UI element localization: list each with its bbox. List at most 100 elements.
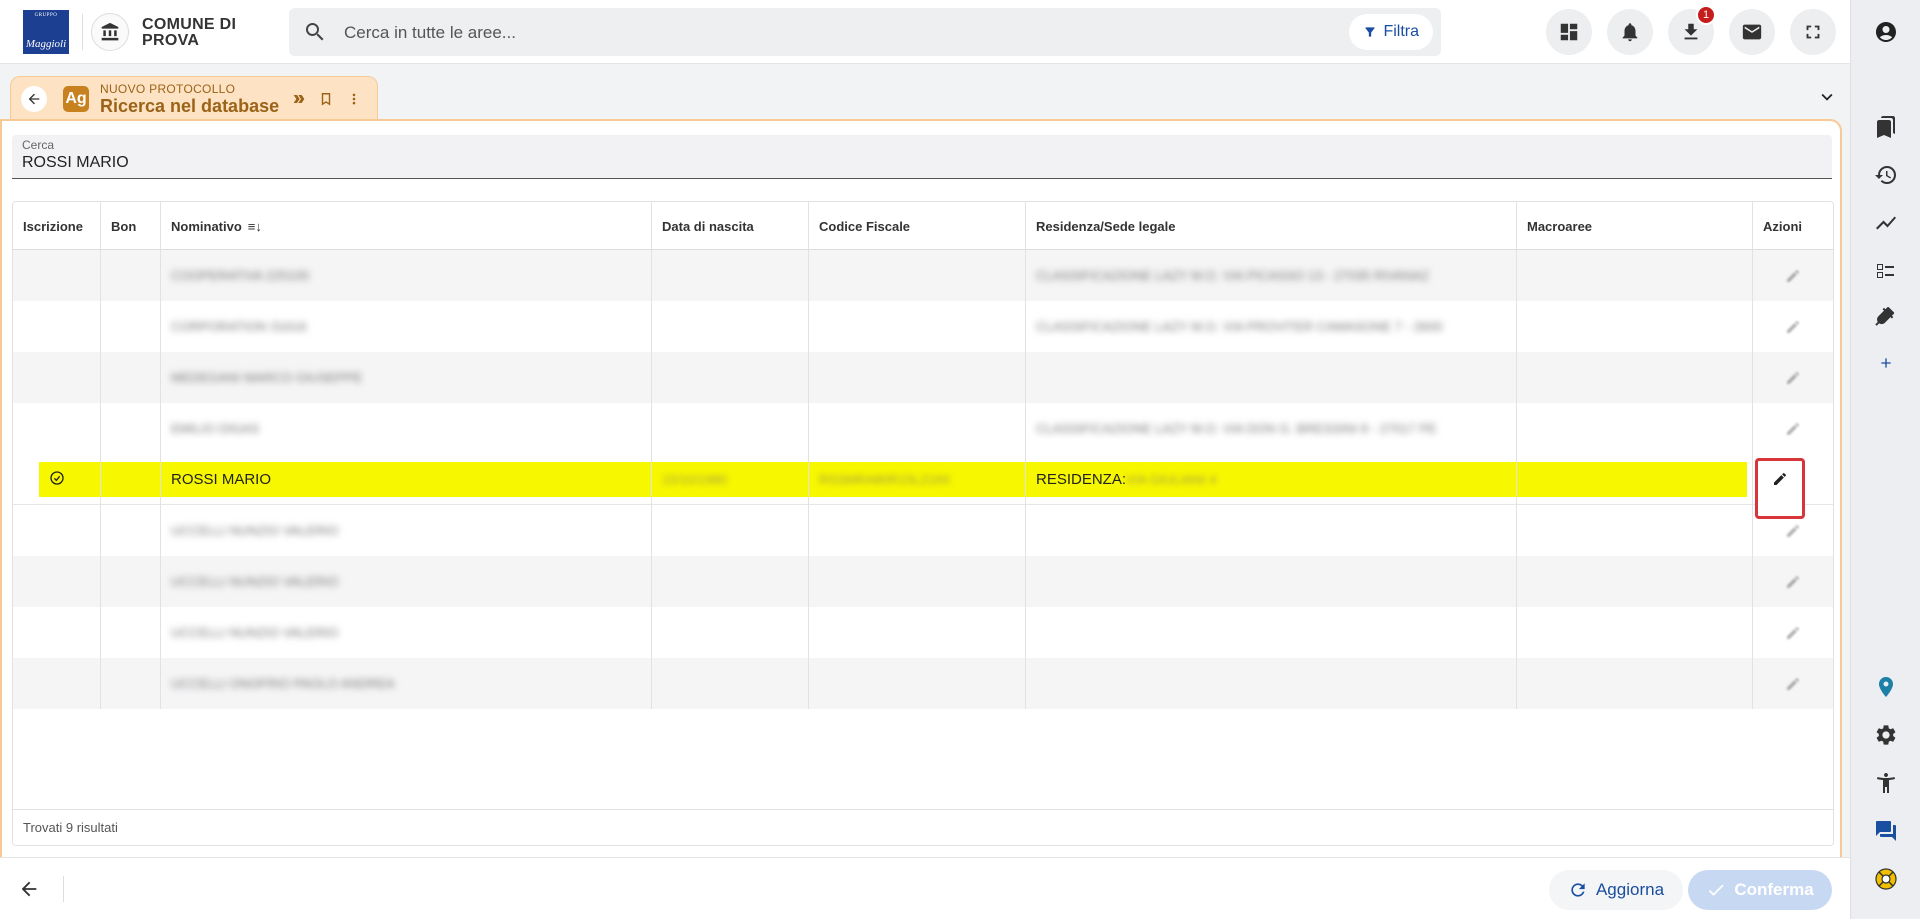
tab-nuovo-protocollo[interactable]: Ag NUOVO PROTOCOLLO Ricerca nel database xyxy=(10,76,378,119)
table-row[interactable]: UCCELLI NUNZIO VALERIO xyxy=(13,607,1833,658)
cell-azioni xyxy=(1753,403,1833,454)
cell-text-cf: RSSMRA80R15L219X xyxy=(819,472,951,487)
nominativo-header-label: Nominativo xyxy=(171,218,242,234)
more-vert-icon[interactable] xyxy=(345,90,363,108)
refresh-button[interactable]: Aggiorna xyxy=(1549,870,1683,910)
edit-icon[interactable] xyxy=(1778,567,1808,597)
plugin-icon[interactable] xyxy=(1874,307,1898,331)
cell-data-nascita xyxy=(652,556,809,607)
location-icon[interactable] xyxy=(1874,675,1898,699)
column-header-nominativo[interactable]: Nominativo ≡↓ xyxy=(161,202,652,250)
cell-data-nascita xyxy=(652,250,809,301)
town-name: COMUNE DI PROVA xyxy=(142,16,237,49)
town-hall-icon[interactable] xyxy=(91,13,129,51)
table-row[interactable]: EMILIO DIGAS CLASSIFICAZIONE LAZY M.O. VI… xyxy=(13,403,1833,454)
downloads-button[interactable]: 1 xyxy=(1668,5,1716,55)
table-row[interactable]: COOPERATIVA 225100 CLASSIFICAZIONE LAZY M… xyxy=(13,250,1833,301)
cell-bon xyxy=(101,505,161,556)
cell-residenza xyxy=(1026,607,1517,658)
column-header-codice-fiscale[interactable]: Codice Fiscale xyxy=(809,202,1026,250)
cell-text-residenza: CLASSIFICAZIONE LAZY M.O. VIA PROVITER C… xyxy=(1036,319,1443,334)
table-header: Iscrizione Bon Nominativo ≡↓ Data di nas… xyxy=(13,202,1833,250)
maggioli-logo[interactable]: GRUPPO Maggioli xyxy=(23,10,69,54)
cell-nominativo: UCCELLI NUNZIO VALERIO xyxy=(161,505,652,556)
table-row[interactable]: UCCELLI NUNZIO VALERIO xyxy=(13,505,1833,556)
cell-macroaree xyxy=(1517,352,1753,403)
table-row[interactable]: UCCELLI ONOFRIO PAOLO ANDREA xyxy=(13,658,1833,709)
edit-icon[interactable] xyxy=(1778,669,1808,699)
cell-text-nominativo: EMILIO DIGAS xyxy=(171,421,260,436)
table-row[interactable]: MEDEGANI MARCO GIUSEPPE xyxy=(13,352,1833,403)
chevron-down-icon[interactable] xyxy=(1816,86,1838,113)
cell-residenza xyxy=(1026,556,1517,607)
cell-text-nominativo: UCCELLI NUNZIO VALERIO xyxy=(171,574,339,589)
cell-text-data: 15/10/1980 xyxy=(662,472,728,487)
column-header-data-nascita[interactable]: Data di nascita xyxy=(652,202,809,250)
results-table: Iscrizione Bon Nominativo ≡↓ Data di nas… xyxy=(12,201,1834,846)
cell-codice-fiscale xyxy=(809,250,1026,301)
settings-icon[interactable] xyxy=(1874,723,1898,747)
filter-button[interactable]: Filtra xyxy=(1349,14,1433,50)
bookmark-icon[interactable] xyxy=(317,90,335,108)
cell-residenza xyxy=(1026,658,1517,709)
column-header-iscrizione[interactable]: Iscrizione xyxy=(13,202,101,250)
table-row[interactable]: ROSSI MARIO 15/10/1980 RSSMRA80R15L219X RES… xyxy=(13,454,1833,519)
check-circle-icon xyxy=(49,470,65,490)
cell-text-residenza: CLASSIFICAZIONE LAZY M.O. VIA PICASSO 13… xyxy=(1036,268,1430,283)
cell-codice-fiscale: RSSMRA80R15L219X xyxy=(809,454,1026,505)
bookmarks-icon[interactable] xyxy=(1874,115,1898,139)
fullscreen-button[interactable] xyxy=(1790,9,1836,55)
cell-codice-fiscale xyxy=(809,556,1026,607)
add-icon[interactable] xyxy=(1874,351,1898,375)
cell-text-nominativo: COOPERATIVA 225100 xyxy=(171,268,310,283)
cell-codice-fiscale xyxy=(809,352,1026,403)
chat-icon[interactable] xyxy=(1874,819,1898,843)
cell-text-residenza: CLASSIFICAZIONE LAZY M.O. VIA DON G. BRE… xyxy=(1036,421,1437,436)
table-row[interactable]: CORPORATION 31616 CLASSIFICAZIONE LAZY M.… xyxy=(13,301,1833,352)
filter-icon xyxy=(1365,27,1376,37)
edit-icon[interactable] xyxy=(1778,414,1808,444)
sort-icon[interactable]: ≡↓ xyxy=(248,219,262,234)
cell-nominativo: UCCELLI NUNZIO VALERIO xyxy=(161,556,652,607)
mail-button[interactable] xyxy=(1729,9,1775,55)
edit-button-highlighted[interactable] xyxy=(1755,458,1805,519)
back-arrow-icon[interactable] xyxy=(21,86,47,112)
edit-icon[interactable] xyxy=(1778,618,1808,648)
cell-iscrizione xyxy=(13,352,101,403)
column-header-macroaree[interactable]: Macroaree xyxy=(1517,202,1753,250)
cell-azioni xyxy=(1753,607,1833,658)
column-header-bon[interactable]: Bon xyxy=(101,202,161,250)
cell-data-nascita: 15/10/1980 xyxy=(652,454,809,505)
trending-icon[interactable] xyxy=(1874,211,1898,235)
search-field-value[interactable]: ROSSI MARIO xyxy=(22,154,129,172)
search-input[interactable]: Cerca in tutte le aree... xyxy=(344,23,516,43)
cell-bon xyxy=(101,556,161,607)
edit-icon[interactable] xyxy=(1778,312,1808,342)
account-icon[interactable] xyxy=(1874,20,1898,44)
notifications-button[interactable] xyxy=(1607,9,1653,55)
cell-iscrizione xyxy=(13,301,101,352)
back-arrow-icon[interactable] xyxy=(12,872,46,906)
support-icon[interactable] xyxy=(1874,867,1898,891)
edit-icon[interactable] xyxy=(1778,261,1808,291)
cell-text-nominativo: CORPORATION 31616 xyxy=(171,319,307,334)
cell-text-nominativo: ROSSI MARIO xyxy=(171,471,272,488)
dashboard-button[interactable] xyxy=(1546,9,1592,55)
cell-codice-fiscale xyxy=(809,607,1026,658)
global-search-bar[interactable]: Cerca in tutte le aree... Filtra xyxy=(289,8,1441,56)
accessibility-icon[interactable] xyxy=(1874,771,1898,795)
table-row[interactable]: UCCELLI NUNZIO VALERIO xyxy=(13,556,1833,607)
cell-iscrizione xyxy=(13,658,101,709)
confirm-button[interactable]: Conferma xyxy=(1688,870,1832,910)
tab-subtitle: NUOVO PROTOCOLLO xyxy=(100,82,236,96)
cell-data-nascita xyxy=(652,658,809,709)
cell-data-nascita xyxy=(652,505,809,556)
edit-icon[interactable] xyxy=(1778,363,1808,393)
checklist-icon[interactable] xyxy=(1874,259,1898,283)
edit-icon[interactable] xyxy=(1778,516,1808,546)
search-field[interactable]: Cerca ROSSI MARIO xyxy=(12,135,1832,179)
column-header-residenza[interactable]: Residenza/Sede legale xyxy=(1026,202,1517,250)
merge-icon[interactable] xyxy=(290,90,308,108)
cell-nominativo: UCCELLI ONOFRIO PAOLO ANDREA xyxy=(161,658,652,709)
history-icon[interactable] xyxy=(1874,163,1898,187)
